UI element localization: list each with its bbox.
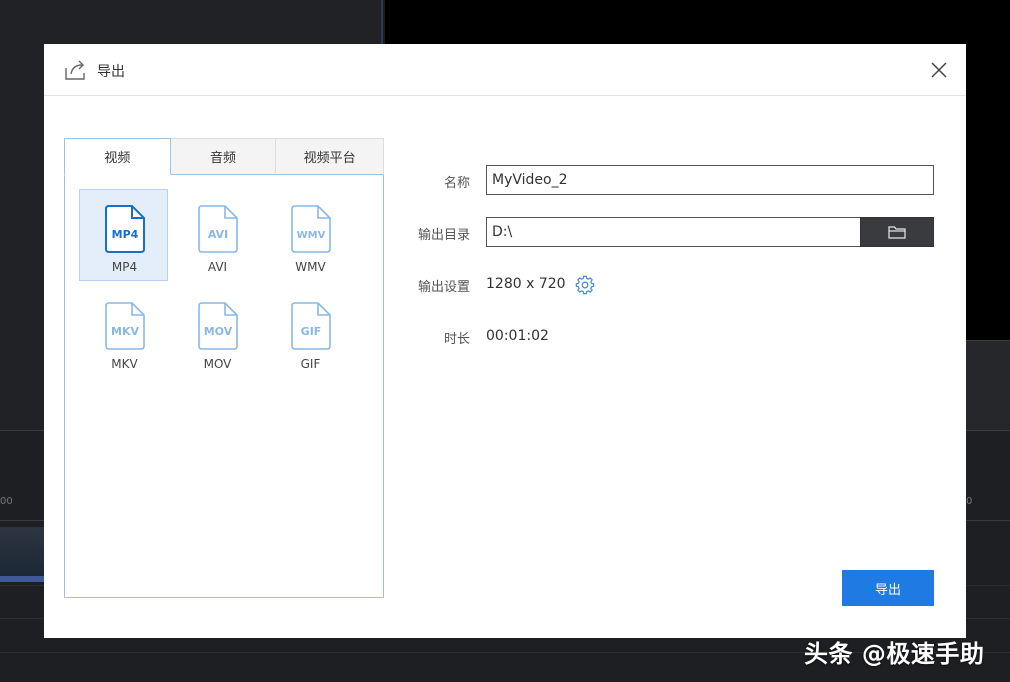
name-label: 名称 [443, 176, 470, 191]
output-dir-label: 输出目录 [417, 228, 470, 243]
name-input[interactable] [486, 165, 934, 195]
svg-text:AVI: AVI [208, 228, 228, 241]
folder-icon [888, 225, 906, 239]
format-label: MOV [203, 357, 232, 371]
mkv-file-icon: MKV [105, 302, 145, 350]
format-option-mkv[interactable]: MKV MKV [79, 286, 168, 378]
ruler-tick-label: 00 [0, 496, 13, 507]
tab-video-platform[interactable]: 视频平台 [276, 138, 384, 175]
format-label: AVI [207, 260, 228, 274]
watermark-text: 头条 @极速手助 [804, 640, 985, 668]
duration-value: 00:01:02 [486, 328, 549, 344]
svg-text:GIF: GIF [301, 325, 322, 338]
format-tabs: 视频 音频 视频平台 [64, 138, 384, 175]
output-dir-input[interactable] [486, 217, 862, 247]
format-option-avi[interactable]: AVI AVI [172, 189, 261, 281]
format-option-wmv[interactable]: WMV WMV [265, 189, 354, 281]
export-button[interactable]: 导出 [842, 570, 934, 606]
format-option-mov[interactable]: MOV MOV [172, 286, 261, 378]
wmv-file-icon: WMV [291, 205, 331, 253]
format-label: MP4 [111, 260, 138, 274]
format-option-gif[interactable]: GIF GIF [265, 286, 354, 378]
preview-controls-area [966, 340, 1010, 430]
format-grid: MP4 MP4 AVI AVI WMV WMV MKV MKV MOV MOV … [79, 189, 359, 378]
gif-file-icon: GIF [291, 302, 331, 350]
export-dialog: 导出 视频 音频 视频平台 MP4 MP4 AVI AVI WMV WMV MK… [44, 44, 966, 638]
output-settings-label: 输出设置 [417, 280, 470, 295]
format-label: MKV [111, 357, 138, 371]
resolution-value: 1280 x 720 [486, 276, 566, 292]
format-label: WMV [295, 260, 326, 274]
close-icon[interactable] [929, 60, 949, 80]
format-label: GIF [300, 357, 321, 371]
avi-file-icon: AVI [198, 205, 238, 253]
duration-label: 时长 [443, 332, 470, 347]
ruler-tick-label: 0 [966, 496, 973, 507]
tab-video[interactable]: 视频 [64, 138, 171, 175]
browse-folder-button[interactable] [860, 217, 934, 247]
svg-text:MP4: MP4 [112, 228, 139, 241]
format-option-mp4[interactable]: MP4 MP4 [79, 189, 168, 281]
format-panel: 视频 音频 视频平台 MP4 MP4 AVI AVI WMV WMV MKV M… [64, 138, 384, 598]
dialog-title: 导出 [97, 64, 125, 80]
export-share-icon [65, 60, 85, 80]
svg-text:MKV: MKV [111, 325, 139, 338]
dialog-header: 导出 [44, 44, 966, 96]
gear-icon[interactable] [575, 275, 595, 295]
svg-text:MOV: MOV [204, 325, 233, 338]
tab-audio[interactable]: 音频 [170, 138, 277, 175]
timeline-clip [0, 527, 44, 582]
mov-file-icon: MOV [198, 302, 238, 350]
svg-text:WMV: WMV [297, 230, 326, 241]
mp4-file-icon: MP4 [105, 205, 145, 253]
